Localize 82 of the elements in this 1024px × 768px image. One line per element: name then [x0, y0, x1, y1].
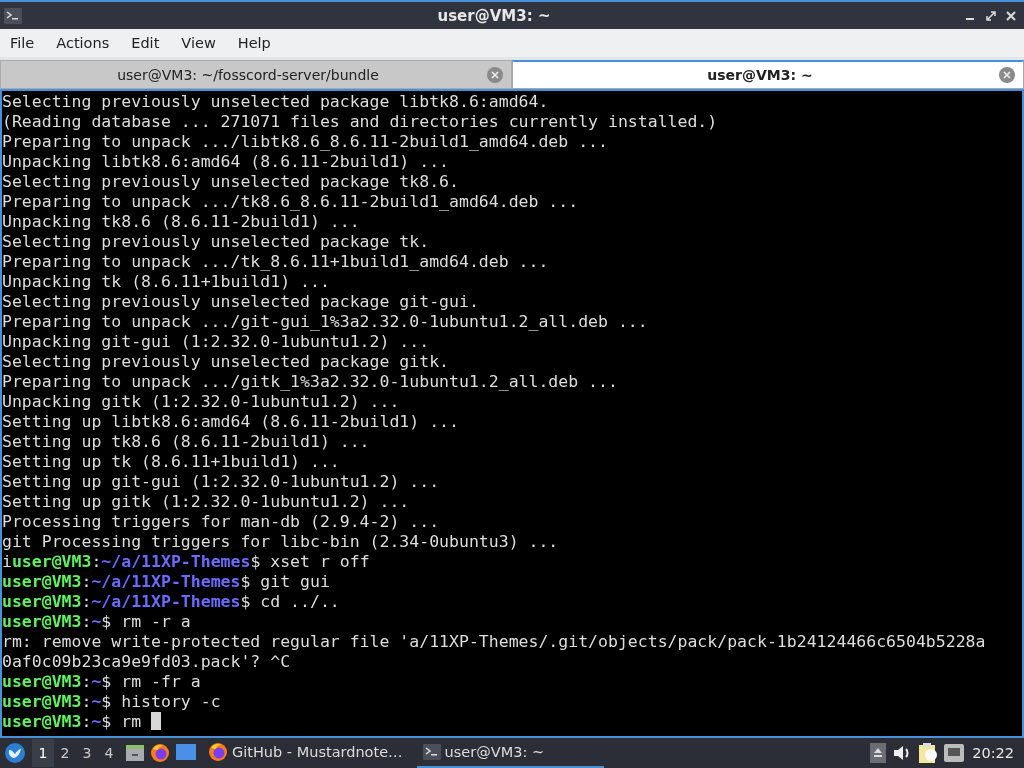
workspace-button[interactable]: 4 [98, 739, 120, 767]
window-title: user@VM3: ~ [436, 6, 552, 25]
output-line: Selecting previously unselected package tk8.6. [2, 172, 459, 191]
output-line: Preparing to unpack .../libtk8.6_8.6.11-2build1_amd64.deb ... [2, 132, 608, 151]
command-text: $ history -c [101, 692, 222, 711]
output-line: Unpacking git-gui (1:2.32.0-1ubuntu1.2) ... [2, 332, 430, 351]
terminal-icon [4, 7, 22, 24]
output-line: Selecting previously unselected package tk. [2, 232, 430, 251]
close-icon[interactable] [1006, 10, 1016, 21]
output-line: Preparing to unpack .../git-gui_1%3a2.32.0-1ubuntu1.2_all.deb ... [2, 312, 648, 331]
prompt-path: ~/a/11XP-Themes [91, 592, 241, 611]
prompt-separator: : [81, 592, 92, 611]
output-line: Unpacking tk8.6 (8.6.11-2build1) ... [2, 212, 360, 231]
menu-item[interactable]: Help [237, 35, 282, 51]
output-line: Processing triggers for man-db (2.9.4-2) ... [2, 512, 440, 531]
output-line: Selecting previously unselected package libtk8.6:amd64. [2, 92, 549, 111]
firefox-icon [208, 742, 228, 762]
output-line: rm: remove write-protected regular file 'a/11XP-Themes/.git/objects/pack/pack-1b24124466c6504b5228a [2, 632, 986, 651]
prompt-separator: : [91, 552, 102, 571]
menu-item[interactable]: View [181, 35, 227, 51]
output-line: Selecting previously unselected package git-gui. [2, 292, 479, 311]
prompt-path: ~ [91, 712, 102, 731]
prompt-path: ~ [91, 672, 102, 691]
command-text: $ rm -r a [101, 612, 192, 631]
command-text: $ rm [101, 712, 143, 731]
file-manager-icon[interactable] [126, 744, 144, 762]
prompt-separator: : [81, 712, 92, 731]
prompt-separator: : [81, 612, 92, 631]
output-line: Setting up gitk (1:2.32.0-1ubuntu1.2) ... [2, 492, 410, 511]
firefox-icon[interactable] [150, 743, 170, 763]
output-line: Setting up git-gui (1:2.32.0-1ubuntu1.2) ... [2, 472, 440, 491]
network-icon[interactable] [944, 744, 965, 762]
output-line: Preparing to unpack .../tk_8.6.11+1build1_amd64.deb ... [2, 252, 549, 271]
prompt-path: ~/a/11XP-Themes [91, 572, 241, 591]
prompt-user: user@VM3 [2, 692, 82, 711]
command-text: $ rm -fr a [101, 672, 202, 691]
prompt-path: ~ [91, 692, 102, 711]
tab[interactable]: user@VM3: ~/fosscord-server/bundle [0, 60, 512, 89]
prompt-user: user@VM3 [2, 572, 82, 591]
output-line: Setting up libtk8.6:amd64 (8.6.11-2build1) ... [2, 412, 459, 431]
menu-item[interactable]: Edit [131, 35, 171, 51]
output-line: Preparing to unpack .../gitk_1%3a2.32.0-1ubuntu1.2_all.deb ... [2, 372, 618, 391]
output-line: git Processing triggers for libc-bin (2.34-0ubuntu3) ... [2, 532, 559, 551]
prompt-user: user@VM3 [2, 612, 82, 631]
prompt-user: user@VM3 [2, 712, 82, 731]
task-button[interactable]: GitHub - Mustardnote… [202, 738, 411, 768]
output-line: Preparing to unpack .../tk8.6_8.6.11-2build1_amd64.deb ... [2, 192, 579, 211]
menu-item[interactable]: Actions [56, 35, 121, 51]
command-text: $ xset r off [250, 552, 371, 571]
output-line: Setting up tk (8.6.11+1build1) ... [2, 452, 340, 471]
menu-item[interactable]: File [10, 35, 46, 51]
command-text: $ cd ../.. [240, 592, 341, 611]
output-line: Selecting previously unselected package gitk. [2, 352, 450, 371]
prompt-separator: : [81, 692, 92, 711]
output-line: Setting up tk8.6 (8.6.11-2build1) ... [2, 432, 370, 451]
output-line: 0af0c09b23ca9e9fd03.pack'? ^C [2, 652, 291, 671]
output-line: Unpacking tk (8.6.11+1build1) ... [2, 272, 330, 291]
output-line: Unpacking gitk (1:2.32.0-1ubuntu1.2) ... [2, 392, 400, 411]
output-line: (Reading database ... 271071 files and directories currently installed.) [2, 112, 718, 131]
clipboard-icon[interactable] [918, 742, 939, 764]
window-icon[interactable] [176, 744, 196, 762]
tab[interactable]: user@VM3: ~ [512, 60, 1024, 89]
prompt-separator: : [81, 672, 92, 691]
prompt-user: user@VM3 [2, 672, 82, 691]
terminal-area[interactable] [0, 91, 1024, 736]
task-button[interactable]: user@VM3: ~ [416, 738, 605, 768]
eject-icon[interactable] [870, 743, 887, 763]
workspace-button[interactable]: 3 [76, 739, 98, 767]
prompt-user: user@VM3 [2, 592, 82, 611]
prompt-path: ~/a/11XP-Themes [101, 552, 251, 571]
output-line: Unpacking libtk8.6:amd64 (8.6.11-2build1) ... [2, 152, 450, 171]
command-text: $ git gui [240, 572, 331, 591]
workspace-button[interactable]: 1 [32, 739, 54, 767]
prompt-user: user@VM3 [11, 552, 92, 571]
clock[interactable]: 20:22 [970, 745, 1020, 761]
start-menu-icon[interactable] [4, 742, 26, 764]
maximize-icon[interactable] [986, 10, 996, 21]
prompt-path: ~ [91, 612, 102, 631]
terminal-icon [422, 744, 441, 760]
stray-text: i [2, 552, 12, 571]
prompt-separator: : [81, 572, 92, 591]
workspace-button[interactable]: 2 [54, 739, 76, 767]
